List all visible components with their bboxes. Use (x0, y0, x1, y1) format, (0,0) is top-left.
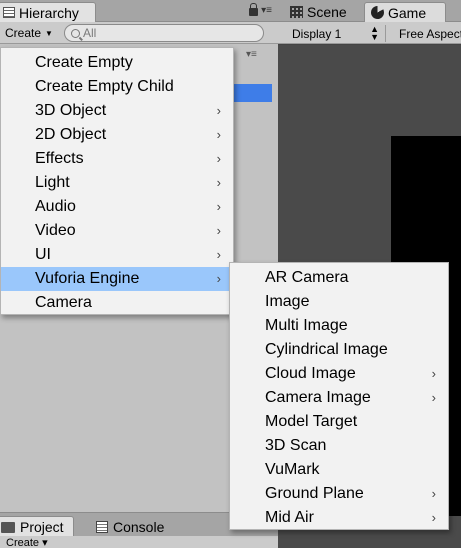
aspect-dropdown[interactable]: Free Aspect (392, 25, 461, 42)
menu-item-label: Light (35, 174, 70, 191)
chevron-right-icon: › (216, 223, 221, 238)
tab-project-label: Project (20, 519, 64, 535)
hierarchy-tab-tools: ▾≡ (249, 3, 272, 16)
menu-item-audio[interactable]: Audio › (1, 195, 233, 219)
vuforia-item-label: Camera Image (265, 389, 371, 406)
tab-hierarchy[interactable]: Hierarchy (0, 2, 96, 22)
console-icon (96, 520, 108, 533)
tab-game-label: Game (388, 4, 427, 21)
panel-menu-icon[interactable]: ▾≡ (261, 5, 272, 16)
chevron-right-icon: › (431, 390, 436, 405)
menu-item-vuforia-engine[interactable]: Vuforia Engine › (1, 267, 233, 291)
project-create-label: Create (6, 537, 40, 548)
list-icon (3, 7, 15, 18)
create-label: Create (5, 26, 42, 40)
scene-grid-icon (290, 6, 303, 18)
chevron-right-icon: › (431, 486, 436, 501)
chevron-right-icon: › (216, 151, 221, 166)
vuforia-item-ar-camera[interactable]: AR Camera (230, 266, 448, 290)
vuforia-item-ground-plane[interactable]: Ground Plane › (230, 482, 448, 506)
chevron-right-icon: › (431, 510, 436, 525)
menu-item-label: Create Empty (35, 54, 133, 71)
caret-down-icon: ▼ (45, 28, 53, 38)
hierarchy-tab-strip: Hierarchy ▾≡ (0, 0, 278, 22)
vuforia-engine-submenu: AR Camera Image Multi Image Cylindrical Ima… (229, 262, 449, 530)
menu-item-2d-object[interactable]: 2D Object › (1, 123, 233, 147)
chevron-right-icon: › (216, 199, 221, 214)
menu-item-video[interactable]: Video › (1, 219, 233, 243)
vuforia-item-vumark[interactable]: VuMark (230, 458, 448, 482)
menu-item-ui[interactable]: UI › (1, 243, 233, 267)
menu-item-label: 3D Object (35, 102, 107, 119)
tab-console[interactable]: Console (92, 516, 172, 537)
search-icon (71, 28, 80, 38)
tab-console-label: Console (113, 518, 165, 535)
project-create-button[interactable]: Create ▾ (0, 536, 278, 548)
vuforia-item-model-target[interactable]: Model Target (230, 410, 448, 434)
lock-icon[interactable] (249, 3, 259, 16)
menu-item-light[interactable]: Light › (1, 171, 233, 195)
search-placeholder: All (83, 26, 97, 40)
vuforia-item-3d-scan[interactable]: 3D Scan (230, 434, 448, 458)
tab-hierarchy-label: Hierarchy (19, 4, 79, 21)
menu-item-label: Audio (35, 198, 76, 215)
vuforia-item-image[interactable]: Image (230, 290, 448, 314)
vuforia-item-label: 3D Scan (265, 437, 327, 454)
menu-item-label: 2D Object (35, 126, 107, 143)
menu-item-create-empty-child[interactable]: Create Empty Child (1, 75, 233, 99)
game-toolbar: Display 1 ▲ ▼ Free Aspect (278, 22, 461, 44)
tab-scene[interactable]: Scene (284, 2, 364, 22)
tab-scene-label: Scene (307, 4, 347, 20)
menu-item-label: Vuforia Engine (35, 270, 140, 287)
menu-item-label: Camera (35, 294, 92, 311)
chevron-right-icon: › (431, 366, 436, 381)
vuforia-item-label: Mid Air (265, 509, 314, 526)
menu-item-label: Create Empty Child (35, 78, 174, 95)
vuforia-item-mid-air[interactable]: Mid Air › (230, 506, 448, 530)
chevron-right-icon: › (216, 127, 221, 142)
folder-icon (1, 521, 15, 533)
menu-item-label: Video (35, 222, 76, 239)
vuforia-item-label: Model Target (265, 413, 358, 430)
selected-hierarchy-row[interactable] (232, 84, 272, 102)
tab-game[interactable]: Game (364, 2, 446, 22)
chevron-right-icon: › (216, 271, 221, 286)
vuforia-item-label: Cloud Image (265, 365, 356, 382)
tab-project[interactable]: Project (0, 516, 74, 537)
create-context-menu: Create Empty Create Empty Child 3D Object ›… (0, 47, 234, 315)
chevron-right-icon: › (216, 247, 221, 262)
vuforia-item-label: VuMark (265, 461, 320, 478)
vuforia-item-label: Image (265, 293, 310, 310)
chevron-right-icon: › (216, 175, 221, 190)
scene-options-icon[interactable]: ▾≡ (246, 49, 257, 60)
vuforia-item-cylindrical-image[interactable]: Cylindrical Image (230, 338, 448, 362)
vuforia-item-label: Multi Image (265, 317, 348, 334)
aspect-label: Free Aspect (399, 26, 461, 41)
display-dropdown[interactable]: Display 1 ▲ ▼ (284, 25, 386, 42)
menu-item-3d-object[interactable]: 3D Object › (1, 99, 233, 123)
display-label: Display 1 (292, 26, 342, 41)
menu-item-label: Effects (35, 150, 84, 167)
vuforia-item-multi-image[interactable]: Multi Image (230, 314, 448, 338)
menu-item-effects[interactable]: Effects › (1, 147, 233, 171)
game-icon (371, 6, 384, 19)
vuforia-item-camera-image[interactable]: Camera Image › (230, 386, 448, 410)
hierarchy-search-input[interactable]: All (64, 24, 264, 42)
vuforia-item-label: AR Camera (265, 269, 349, 286)
game-tab-strip: Scene Game (278, 0, 461, 22)
menu-item-create-empty[interactable]: Create Empty (1, 51, 233, 75)
vuforia-item-label: Ground Plane (265, 485, 364, 502)
vuforia-item-label: Cylindrical Image (265, 341, 388, 358)
hierarchy-toolbar: Create ▼ All (0, 22, 278, 44)
chevron-right-icon: › (216, 103, 221, 118)
vuforia-item-cloud-image[interactable]: Cloud Image › (230, 362, 448, 386)
updown-arrows-icon: ▲ ▼ (370, 24, 379, 42)
menu-item-label: UI (35, 246, 51, 263)
create-dropdown-button[interactable]: Create ▼ (3, 24, 59, 42)
menu-item-camera[interactable]: Camera (1, 291, 233, 315)
